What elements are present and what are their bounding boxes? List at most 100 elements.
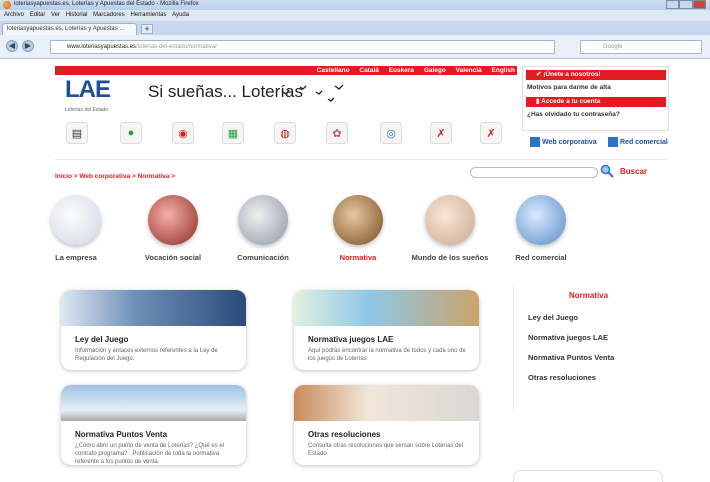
firefox-icon (3, 1, 11, 9)
maximize-button[interactable] (679, 0, 693, 9)
normativa-juegos-image (294, 290, 479, 326)
game-icon-2[interactable]: ● (120, 122, 142, 144)
forward-icon[interactable]: ▶ (22, 40, 34, 52)
normativa-image (333, 195, 383, 245)
category-comunicacion[interactable]: Comunicación (218, 195, 308, 262)
ley-juego-image (61, 290, 246, 326)
lang-valencia[interactable]: Valencià (456, 67, 482, 74)
navigation-bar: ◀ ▶ www.loteriasyapuestas.es/loterias-de… (0, 35, 710, 59)
category-mundo-de-los-suenos[interactable]: Mundo de los sueños (405, 195, 495, 262)
join-reasons-link[interactable]: Motivos para darme de alta (527, 84, 611, 91)
card-text: Consulta otras resoluciones que versan s… (308, 443, 464, 457)
menu-historial[interactable]: Historial (66, 10, 88, 21)
normativa-link-otras-resoluciones[interactable]: Otras resoluciones (528, 373, 663, 382)
category-vocacion-social[interactable]: Vocación social (128, 195, 218, 262)
game-icon-4[interactable]: ▦ (222, 122, 244, 144)
red-comercial-icon (608, 137, 618, 147)
card-title: Otras resoluciones (308, 430, 381, 439)
bottom-panel (513, 470, 663, 482)
category-label: Vocación social (144, 253, 202, 262)
menu-ayuda[interactable]: Ayuda (172, 10, 189, 21)
category-label: Red comercial (515, 253, 567, 262)
language-bar: Castellano Català Euskera Galego Valenci… (55, 66, 517, 75)
lang-galego[interactable]: Galego (424, 67, 446, 74)
puntos-venta-image (61, 385, 246, 421)
normativa-link-juegos-lae[interactable]: Normativa juegos LAE (528, 333, 663, 342)
lang-castellano[interactable]: Castellano (317, 67, 350, 74)
games-icon-row: ▤ ● ◉ ▦ ◍ ✿ ◎ ✗ ✗ (62, 122, 512, 148)
normativa-panel: Normativa Ley del Juego Normativa juegos… (513, 283, 663, 413)
menu-ver[interactable]: Ver (51, 10, 60, 21)
comunicacion-image (238, 195, 288, 245)
web-corporativa-link[interactable]: Web corporativa (530, 137, 597, 147)
birds-decoration (280, 83, 360, 109)
la-empresa-image (51, 195, 101, 245)
menu-editar[interactable]: Editar (30, 10, 46, 21)
login-button[interactable]: ▮ Accede a tu cuenta (526, 97, 666, 107)
category-label: Comunicación (237, 253, 289, 262)
red-comercial-image (516, 195, 566, 245)
card-ley-del-juego[interactable]: Ley del Juego Información y enlaces exte… (61, 290, 246, 370)
logo-text: LAE (65, 76, 111, 103)
game-icon-3[interactable]: ◉ (172, 122, 194, 144)
vocacion-social-image (148, 195, 198, 245)
normativa-panel-title: Normativa (568, 291, 609, 300)
game-icon-9[interactable]: ✗ (480, 122, 502, 144)
url-path: /loterias-del-estado/normativa/ (136, 44, 217, 50)
mundo-suenos-image (425, 195, 475, 245)
back-icon[interactable]: ◀ (6, 40, 18, 52)
url-bar[interactable]: www.loteriasyapuestas.es/loterias-del-es… (50, 40, 555, 54)
red-comercial-link[interactable]: Red comercial (608, 137, 668, 147)
menu-herramientas[interactable]: Herramientas (130, 10, 166, 21)
lang-catala[interactable]: Català (359, 67, 379, 74)
game-icon-5[interactable]: ◍ (274, 122, 296, 144)
browser-tab[interactable]: loteriasyapuestas.es, Loterías y Apuesta… (2, 23, 137, 35)
card-title: Ley del Juego (75, 335, 129, 344)
window-title: loteriasyapuestas.es, Loterías y Apuesta… (14, 1, 199, 7)
window-controls[interactable] (666, 0, 706, 9)
browser-search-input[interactable]: Google (580, 40, 702, 54)
card-text: Aquí podrás encontrar la normativa de to… (308, 348, 466, 362)
url-domain: www.loteriasyapuestas.es (67, 44, 137, 50)
category-label: La empresa (55, 253, 97, 262)
search-icon[interactable] (600, 164, 614, 178)
card-title: Normativa juegos LAE (308, 335, 394, 344)
account-panel: ✔ ¡Únete a nosotros! Motivos para darme … (522, 66, 669, 131)
join-button[interactable]: ✔ ¡Únete a nosotros! (526, 70, 666, 80)
search-input[interactable] (470, 167, 598, 178)
logo-subtitle: Loterías del Estado (65, 107, 109, 113)
normativa-link-puntos-venta[interactable]: Normativa Puntos Venta (528, 353, 663, 362)
menu-marcadores[interactable]: Marcadores (93, 10, 125, 21)
category-label: Normativa (339, 253, 377, 262)
category-red-comercial[interactable]: Red comercial (496, 195, 586, 262)
browser-title-bar: loteriasyapuestas.es, Loterías y Apuesta… (0, 0, 710, 10)
menu-bar: Archivo Editar Ver Historial Marcadores … (0, 10, 710, 21)
category-label: Mundo de los sueños (411, 253, 489, 262)
close-button[interactable] (692, 0, 706, 9)
game-icon-1[interactable]: ▤ (66, 122, 88, 144)
lang-euskera[interactable]: Euskera (389, 67, 414, 74)
normativa-link-ley-del-juego[interactable]: Ley del Juego (528, 313, 663, 322)
category-la-empresa[interactable]: La empresa (31, 195, 121, 262)
forgot-password-link[interactable]: ¿Has olvidado tu contraseña? (527, 111, 620, 118)
game-icon-8[interactable]: ✗ (430, 122, 452, 144)
divider (55, 159, 667, 160)
breadcrumb[interactable]: Inicio > Web corporativa > Normativa > (55, 173, 175, 180)
search-button[interactable]: Buscar (620, 167, 647, 176)
lang-english[interactable]: English (492, 67, 515, 74)
otras-resoluciones-image (294, 385, 479, 421)
card-normativa-juegos-lae[interactable]: Normativa juegos LAE Aquí podrás encontr… (294, 290, 479, 370)
new-tab-button[interactable]: + (141, 24, 153, 34)
tab-bar: loteriasyapuestas.es, Loterías y Apuesta… (0, 21, 710, 35)
game-icon-6[interactable]: ✿ (326, 122, 348, 144)
card-otras-resoluciones[interactable]: Otras resoluciones Consulta otras resolu… (294, 385, 479, 465)
card-title: Normativa Puntos Venta (75, 430, 168, 439)
card-text: ¿Cómo abrir un punto de venta de Lotería… (75, 443, 225, 465)
game-icon-7[interactable]: ◎ (380, 122, 402, 144)
menu-archivo[interactable]: Archivo (4, 10, 24, 21)
minimize-button[interactable] (666, 0, 680, 9)
category-normativa[interactable]: Normativa (313, 195, 403, 262)
card-normativa-puntos-venta[interactable]: Normativa Puntos Venta ¿Cómo abrir un pu… (61, 385, 246, 465)
web-corporativa-icon (530, 137, 540, 147)
lae-logo[interactable]: LAE Loterías del Estado (65, 78, 121, 116)
